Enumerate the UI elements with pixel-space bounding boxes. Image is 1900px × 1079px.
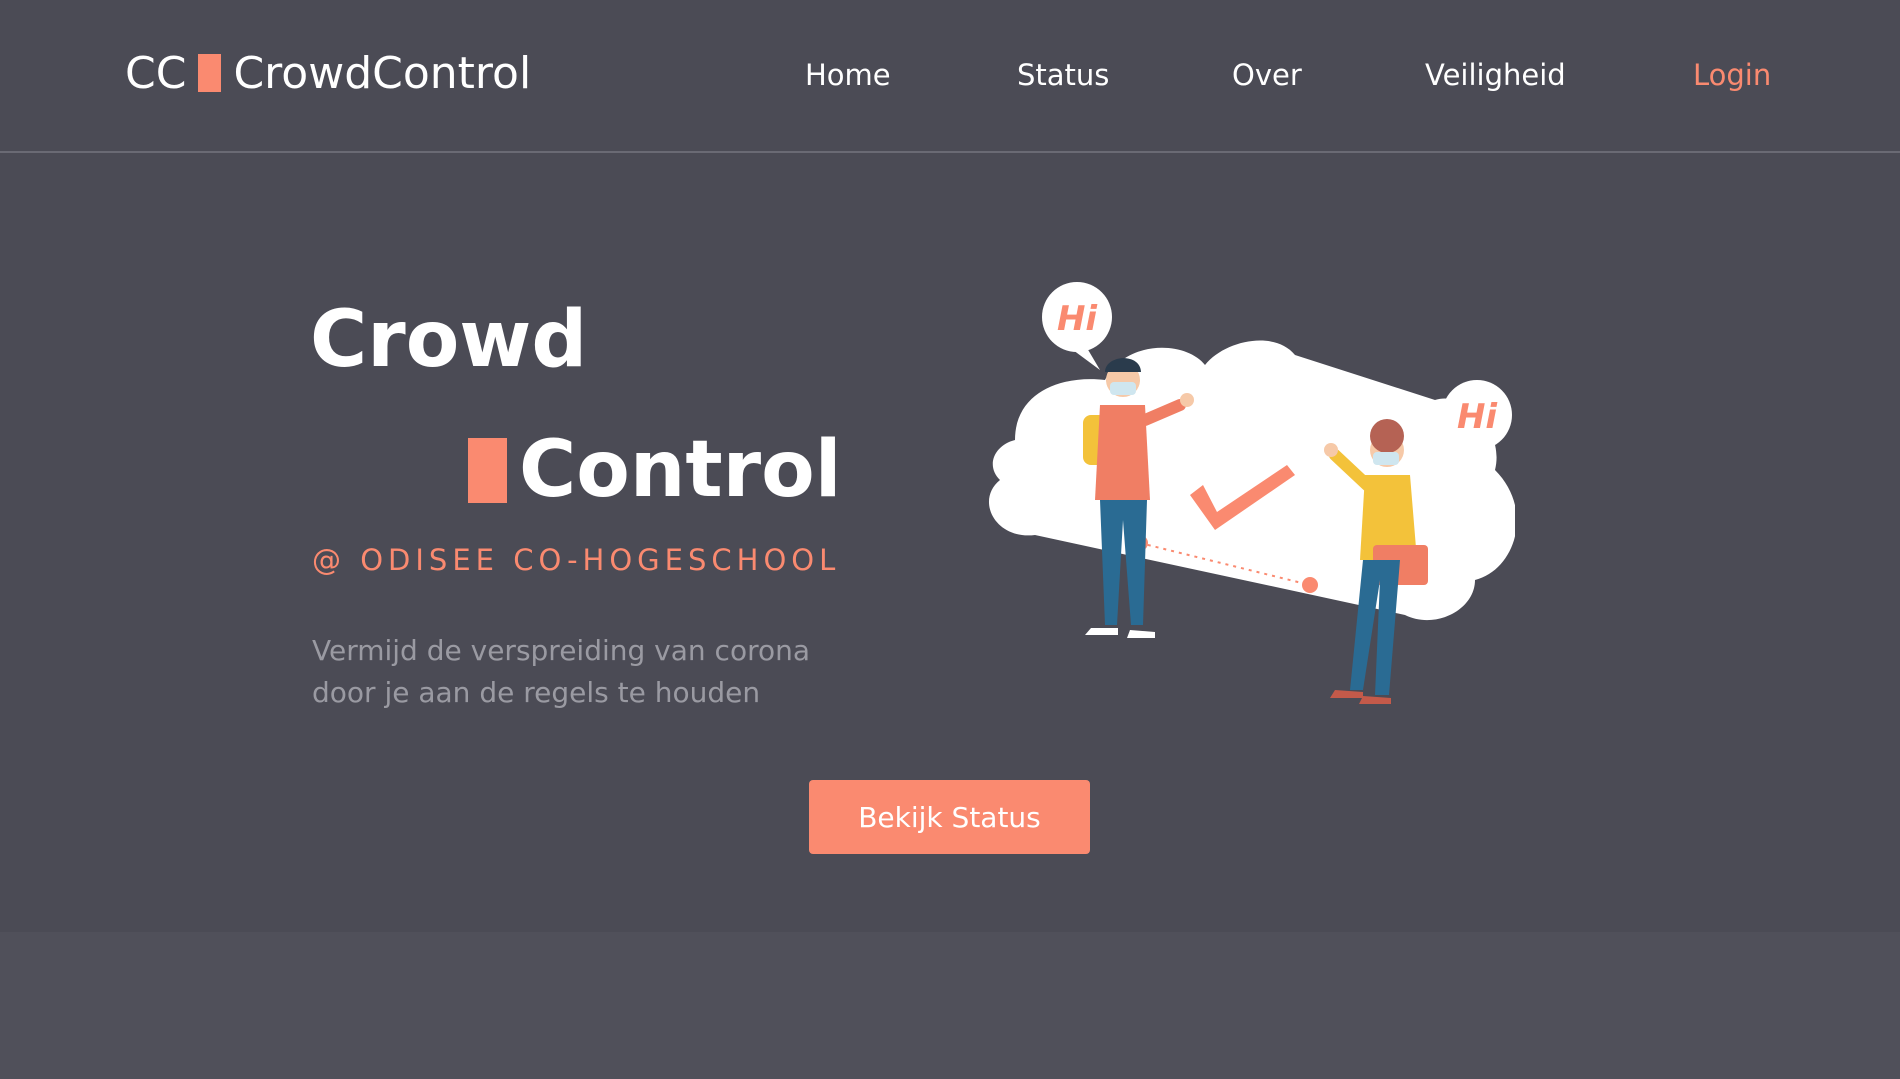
hero-title-control: Control bbox=[519, 425, 842, 515]
hero-title-crowd: Crowd bbox=[310, 295, 588, 385]
bubble-left-text: Hi bbox=[1057, 299, 1098, 339]
site-header: CC CrowdControl Home Status Over Veiligh… bbox=[0, 0, 1900, 153]
nav-item-status[interactable]: Status bbox=[1017, 58, 1109, 92]
nav-item-veiligheid[interactable]: Veiligheid bbox=[1425, 58, 1566, 92]
hero-title-control-row: Control bbox=[468, 425, 841, 515]
main-nav: Home Status Over Veiligheid Login bbox=[0, 58, 1900, 98]
view-status-button[interactable]: Bekijk Status bbox=[809, 780, 1090, 854]
speech-bubble-left: Hi bbox=[1042, 282, 1112, 370]
nav-item-login[interactable]: Login bbox=[1693, 58, 1771, 92]
next-section-band bbox=[0, 932, 1900, 1079]
cloud-shape bbox=[989, 340, 1515, 620]
title-mark-icon bbox=[468, 437, 507, 503]
social-distancing-illustration: Hi Hi bbox=[989, 282, 1515, 704]
bubble-right-text: Hi bbox=[1457, 397, 1498, 437]
hero-subtitle: @ ODISEE CO-HOGESCHOOL bbox=[312, 543, 841, 577]
nav-item-over[interactable]: Over bbox=[1232, 58, 1302, 92]
nav-item-home[interactable]: Home bbox=[805, 58, 891, 92]
hero-description: Vermijd de verspreiding van corona door … bbox=[312, 634, 811, 709]
page: CC CrowdControl Home Status Over Veiligh… bbox=[0, 0, 1900, 1079]
